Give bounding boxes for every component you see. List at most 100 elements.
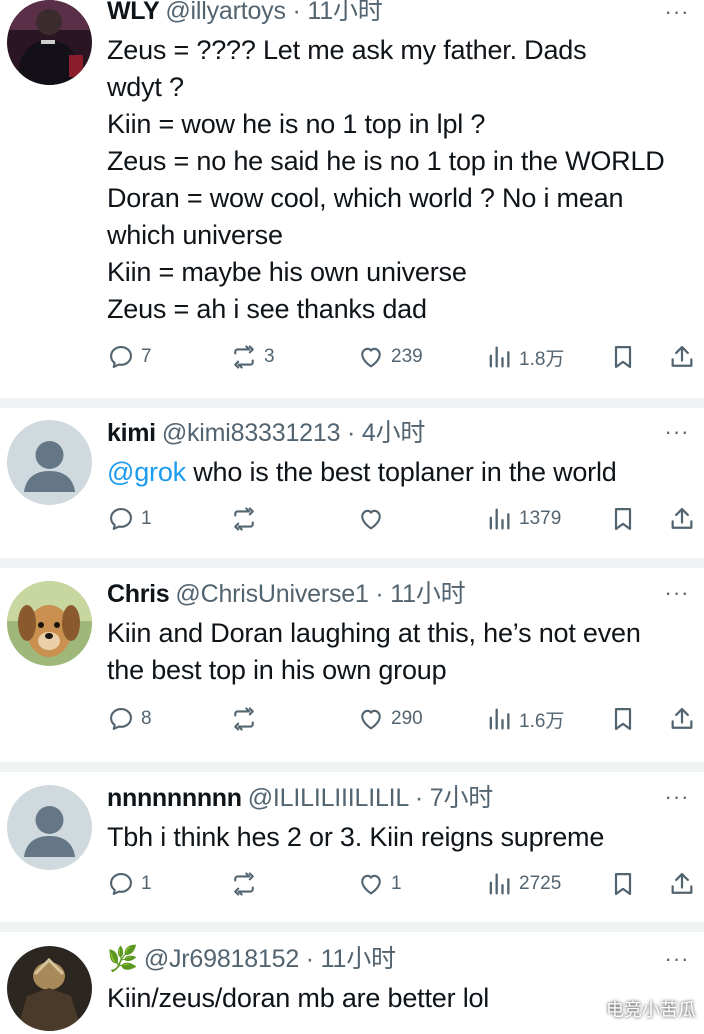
avatar[interactable] [7,0,92,85]
reply-count: 1 [141,508,152,529]
views-button[interactable]: 1379 [485,504,561,534]
tweet-4[interactable]: nnnnnnnnn @ILILILIIILILIL · 7小时 ··· Tbh i… [0,772,704,922]
mention-link[interactable]: @grok [107,457,186,487]
text-line: Tbh i think hes 2 or 3. Kiin reigns supr… [107,822,605,852]
action-bar: 8 290 1.6万 [107,704,697,734]
text-line: Zeus = ah i see thanks dad [107,294,427,324]
share-button[interactable] [668,342,696,372]
text-line: Kiin = maybe his own universe [107,257,467,287]
reply-button[interactable]: 7 [107,342,152,372]
action-bar: 1 1 2725 [107,869,697,899]
like-button[interactable]: 290 [357,704,423,734]
repost-button[interactable] [230,504,258,534]
text-line: Zeus = ???? Let me ask my father. Dads [107,35,587,65]
separator [0,922,704,932]
views-count: 2725 [519,873,562,894]
views-icon [489,346,510,368]
display-name[interactable]: nnnnnnnnn [107,784,242,812]
text-line: Kiin and Doran laughing at this, he’s no… [107,618,641,648]
text-line: the best top in his own group [107,655,447,685]
handle-time[interactable]: @kimi83331213 · 4小时 [162,419,426,447]
views-icon [489,508,510,530]
repost-button[interactable] [230,704,258,734]
views-button[interactable]: 1.8万 [485,342,564,372]
repost-icon [234,707,254,731]
handle-time[interactable]: @ChrisUniverse1 · 11小时 [175,580,465,608]
share-button[interactable] [668,869,696,899]
repost-button[interactable]: 3 [230,342,275,372]
views-button[interactable]: 1.6万 [485,704,564,734]
share-button[interactable] [668,504,696,534]
share-icon [671,345,693,367]
like-icon [361,709,381,730]
more-icon[interactable]: ··· [662,421,692,443]
like-count: 290 [391,708,423,729]
reply-count: 8 [141,708,152,729]
views-icon [489,708,510,730]
reply-icon [110,346,132,368]
repost-count: 3 [264,346,275,367]
reply-icon [110,708,132,730]
bookmark-button[interactable] [609,504,637,534]
repost-button[interactable] [230,869,258,899]
display-name[interactable]: kimi [107,419,156,447]
like-button[interactable]: 239 [357,342,423,372]
repost-icon [234,507,254,531]
repost-icon [234,345,254,369]
text-line: Doran = wow cool, which world ? No i mea… [107,183,624,213]
tweet-text: Tbh i think hes 2 or 3. Kiin reigns supr… [107,819,697,856]
like-icon [361,509,381,530]
bookmark-button[interactable] [609,704,637,734]
action-bar: 1 1379 [107,504,697,534]
separator [0,398,704,408]
separator [0,762,704,772]
more-icon[interactable]: ··· [662,786,692,808]
views-button[interactable]: 2725 [485,869,561,899]
more-icon[interactable]: ··· [662,1,692,23]
bookmark-icon [614,345,632,369]
reply-icon [110,873,132,895]
like-count: 1 [391,873,402,894]
share-icon [671,707,693,729]
tweet-3[interactable]: Chris @ChrisUniverse1 · 11小时 ··· Kiin and… [0,568,704,762]
display-name[interactable]: Chris [107,580,170,608]
bookmark-icon [614,507,632,531]
bookmark-button[interactable] [609,869,637,899]
avatar[interactable] [7,420,92,505]
views-count: 1.6万 [519,710,565,732]
action-bar: 7 3 239 1.8万 [107,342,697,372]
reply-button[interactable]: 1 [107,869,152,899]
avatar[interactable] [7,581,92,666]
text-line: who is the best toplaner in the world [185,457,617,487]
tweet-text: Kiin and Doran laughing at this, he’s no… [107,615,697,689]
avatar[interactable] [7,946,92,1031]
handle-time[interactable]: @ILILILIIILILIL · 7小时 [248,784,494,812]
handle-time[interactable]: @Jr69818152 · 11小时 [144,945,396,973]
reply-button[interactable]: 1 [107,504,152,534]
tweet-text: @grok who is the best toplaner in the wo… [107,454,697,491]
bookmark-icon [614,707,632,731]
avatar[interactable] [7,785,92,870]
text-line: which universe [107,220,283,250]
like-count: 239 [391,346,423,367]
reply-count: 7 [141,346,152,367]
repost-icon [234,872,254,896]
handle-time[interactable]: @illyartoys · 11小时 [165,0,382,25]
views-count: 1.8万 [519,348,565,370]
more-icon[interactable]: ··· [662,582,692,604]
text-line: Kiin = wow he is no 1 top in lpl ? [107,109,486,139]
display-name[interactable]: 🌿 [107,945,138,973]
share-button[interactable] [668,704,696,734]
display-name[interactable]: WLY [107,0,160,25]
tweet-2[interactable]: kimi @kimi83331213 · 4小时 ··· @grok who is… [0,408,704,558]
bookmark-button[interactable] [609,342,637,372]
tweet-1[interactable]: WLY @illyartoys · 11小时 ··· Zeus = ???? Le… [0,0,704,398]
tweet-5[interactable]: 🌿 @Jr69818152 · 11小时 ··· Kiin/zeus/doran … [0,932,704,1034]
text-line: Zeus = no he said he is no 1 top in the … [107,146,665,176]
like-button[interactable]: 1 [357,869,402,899]
like-button[interactable] [357,504,385,534]
more-icon[interactable]: ··· [662,948,692,970]
reply-button[interactable]: 8 [107,704,152,734]
like-icon [361,874,381,895]
share-icon [671,872,693,894]
